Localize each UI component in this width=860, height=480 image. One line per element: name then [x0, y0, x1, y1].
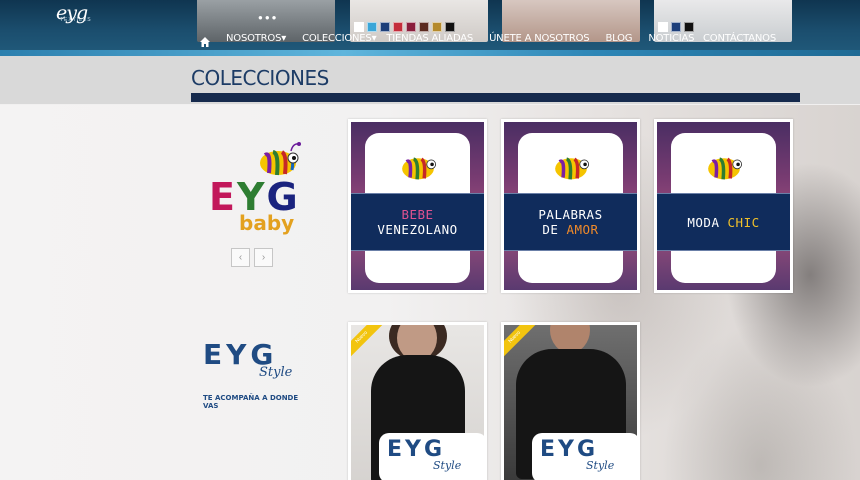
card-title-line: VENEZOLANO	[377, 222, 458, 237]
color-swatches	[354, 22, 455, 32]
chevron-right-icon[interactable]: ›	[254, 248, 273, 267]
nav-item-blog[interactable]: BLOG	[605, 33, 632, 44]
nav-item-tiendas-aliadas[interactable]: TIENDAS ALIADAS	[386, 33, 473, 44]
slider-dots: ●●●	[258, 13, 279, 22]
brand-logo-eyg-style[interactable]: EYG Style TE ACOMPAÑA A DONDE VAS	[203, 338, 313, 410]
collection-card-bebe-venezolano[interactable]: BEBE VENEZOLANO	[348, 119, 487, 293]
card-title: PALABRAS DE AMOR	[538, 207, 602, 237]
home-icon[interactable]	[200, 34, 210, 47]
card-title: BEBE VENEZOLANO	[377, 207, 457, 237]
color-swatch[interactable]	[380, 22, 390, 32]
card-title-band: PALABRAS DE AMOR	[504, 193, 637, 251]
color-swatch[interactable]	[658, 22, 668, 32]
product-card[interactable]: Nuevo EYG Style	[348, 322, 487, 480]
badge-script: Style	[433, 459, 462, 472]
caret-down-icon: ▾	[371, 33, 377, 44]
carousel-controls: ‹ ›	[231, 248, 273, 267]
badge-script: Style	[586, 459, 615, 472]
card-title-line: DE	[542, 222, 567, 237]
main-nav: NOSOTROS▾ COLECCIONES▾ TIENDAS ALIADAS Ú…	[200, 33, 710, 47]
color-swatch[interactable]	[393, 22, 403, 32]
color-swatch[interactable]	[684, 22, 694, 32]
caret-down-icon: ▾	[281, 33, 287, 44]
collection-card-moda-chic[interactable]: MODA CHIC	[654, 119, 793, 293]
site-logo-subtitle: TEXTILES	[60, 17, 92, 23]
color-swatch[interactable]	[354, 22, 364, 32]
card-title-line: MODA	[687, 214, 728, 230]
card-title-line: BEBE	[401, 207, 434, 222]
color-swatch[interactable]	[406, 22, 416, 32]
brand-style-script: Style	[259, 365, 293, 380]
color-swatch[interactable]	[432, 22, 442, 32]
color-swatch[interactable]	[671, 22, 681, 32]
brand-letter-e: E	[209, 175, 237, 219]
brand-tagline: TE ACOMPAÑA A DONDE VAS	[203, 394, 299, 410]
product-photo: Nuevo EYG Style	[504, 325, 637, 480]
product-photo: Nuevo EYG Style	[351, 325, 484, 480]
site-header: ●●● eyg TEXTILES NOSOTROS▾ COLECCIONES▾ …	[0, 0, 860, 56]
nav-item-nosotros[interactable]: NOSOTROS▾	[226, 33, 286, 44]
brand-baby-word: baby	[239, 211, 295, 235]
bee-icon	[708, 157, 743, 180]
card-title: MODA CHIC	[687, 215, 759, 230]
color-swatch[interactable]	[419, 22, 429, 32]
card-image: BEBE VENEZOLANO	[351, 122, 484, 290]
brand-logo-eyg-baby[interactable]: EYG baby	[203, 135, 313, 240]
nav-item-contactanos[interactable]: CONTÁCTANOS	[703, 33, 776, 44]
color-swatches	[658, 22, 694, 32]
card-title-band: MODA CHIC	[657, 193, 790, 251]
product-card[interactable]: Nuevo EYG Style	[501, 322, 640, 480]
card-title-band: BEBE VENEZOLANO	[351, 193, 484, 251]
card-title-accent: CHIC	[727, 214, 760, 230]
card-image: MODA CHIC	[657, 122, 790, 290]
card-title-accent: AMOR	[566, 222, 599, 237]
nav-item-colecciones[interactable]: COLECCIONES▾	[302, 33, 377, 44]
new-badge: Nuevo	[351, 325, 388, 364]
chevron-left-icon[interactable]: ‹	[231, 248, 250, 267]
title-divider	[191, 93, 800, 102]
product-brand-badge: EYG Style	[532, 433, 637, 480]
collection-card-palabras-de-amor[interactable]: PALABRAS DE AMOR	[501, 119, 640, 293]
card-title-line: PALABRAS	[538, 207, 603, 222]
bee-icon	[555, 157, 590, 180]
color-swatch[interactable]	[445, 22, 455, 32]
color-swatch[interactable]	[367, 22, 377, 32]
product-brand-badge: EYG Style	[379, 433, 484, 480]
bee-icon	[402, 157, 437, 180]
page-title: COLECCIONES	[191, 66, 329, 90]
nav-item-unete[interactable]: ÚNETE A NOSOTROS	[489, 33, 590, 44]
nav-item-noticias[interactable]: NOTICIAS	[648, 33, 694, 44]
card-image: PALABRAS DE AMOR	[504, 122, 637, 290]
